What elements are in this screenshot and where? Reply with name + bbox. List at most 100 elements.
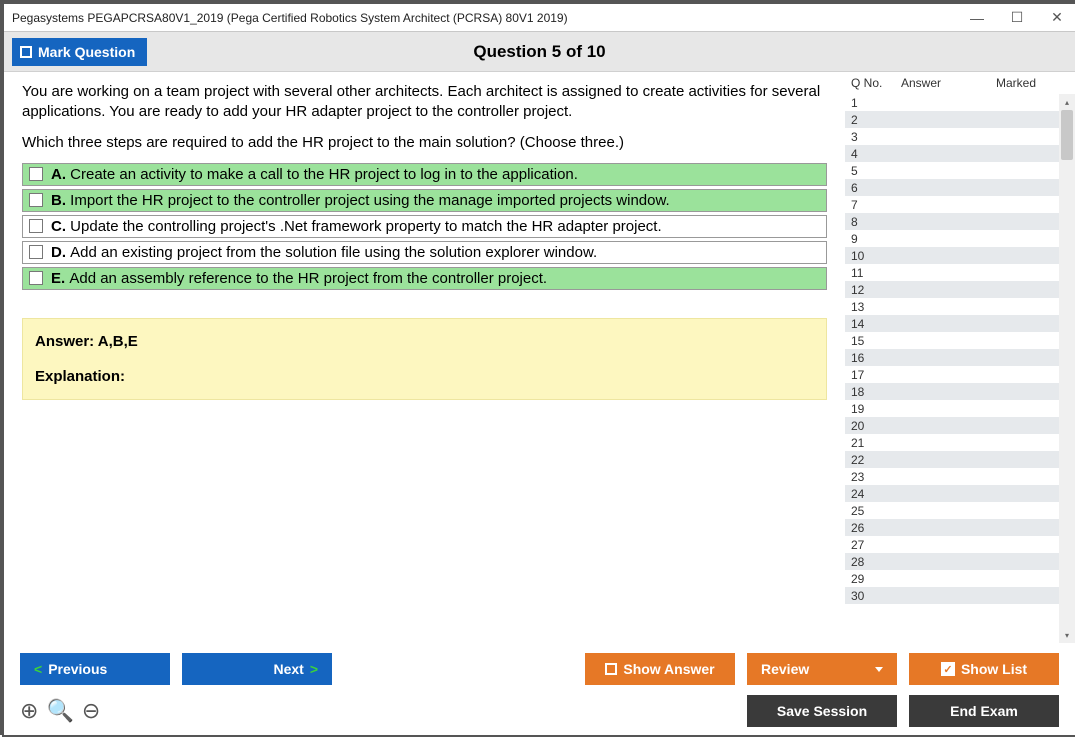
show-answer-button[interactable]: Show Answer — [585, 653, 735, 685]
question-list-row[interactable]: 3 — [845, 128, 1075, 145]
question-list-row[interactable]: 14 — [845, 315, 1075, 332]
question-list-row[interactable]: 12 — [845, 281, 1075, 298]
row-qno: 1 — [851, 96, 901, 110]
question-list-header: Q No. Answer Marked — [845, 72, 1075, 94]
question-list-row[interactable]: 29 — [845, 570, 1075, 587]
row-qno: 30 — [851, 589, 901, 603]
scroll-down-icon[interactable]: ▾ — [1059, 627, 1075, 643]
question-list-row[interactable]: 23 — [845, 468, 1075, 485]
question-list-row[interactable]: 4 — [845, 145, 1075, 162]
option-label: C. Update the controlling project's .Net… — [51, 218, 662, 235]
row-qno: 29 — [851, 572, 901, 586]
bottom-area: < Previous Next > Show Answer Review ✓ S… — [4, 645, 1075, 735]
option-checkbox[interactable] — [29, 193, 43, 207]
question-list-row[interactable]: 28 — [845, 553, 1075, 570]
option-checkbox[interactable] — [29, 219, 43, 233]
row-qno: 2 — [851, 113, 901, 127]
question-list-row[interactable]: 1 — [845, 94, 1075, 111]
question-list-row[interactable]: 19 — [845, 400, 1075, 417]
close-icon[interactable]: ✕ — [1047, 8, 1067, 28]
row-qno: 28 — [851, 555, 901, 569]
row-qno: 8 — [851, 215, 901, 229]
question-list-row[interactable]: 15 — [845, 332, 1075, 349]
scroll-track[interactable] — [1059, 110, 1075, 627]
question-list-row[interactable]: 7 — [845, 196, 1075, 213]
end-exam-button[interactable]: End Exam — [909, 695, 1059, 727]
chevron-right-icon: > — [310, 661, 318, 677]
save-session-label: Save Session — [777, 703, 867, 719]
option-label: A. Create an activity to make a call to … — [51, 166, 578, 183]
question-list-row[interactable]: 30 — [845, 587, 1075, 604]
previous-button[interactable]: < Previous — [20, 653, 170, 685]
option-row[interactable]: B. Import the HR project to the controll… — [22, 189, 827, 212]
question-list-row[interactable]: 18 — [845, 383, 1075, 400]
zoom-in-icon[interactable]: ⊕ — [20, 698, 38, 724]
row-qno: 11 — [851, 266, 901, 280]
question-counter: Question 5 of 10 — [4, 32, 1075, 72]
option-label: D. Add an existing project from the solu… — [51, 244, 597, 261]
row-qno: 25 — [851, 504, 901, 518]
explanation-label: Explanation: — [35, 368, 814, 385]
question-list-row[interactable]: 22 — [845, 451, 1075, 468]
question-paragraph-2: Which three steps are required to add th… — [22, 133, 827, 153]
option-row[interactable]: E. Add an assembly reference to the HR p… — [22, 267, 827, 290]
next-button[interactable]: Next > — [182, 653, 332, 685]
option-label: E. Add an assembly reference to the HR p… — [51, 270, 547, 287]
maximize-icon[interactable]: ☐ — [1007, 8, 1027, 28]
question-list-row[interactable]: 10 — [845, 247, 1075, 264]
main-area: You are working on a team project with s… — [4, 72, 1075, 645]
show-list-label: Show List — [961, 661, 1027, 677]
window-titlebar: Pegasystems PEGAPCRSA80V1_2019 (Pega Cer… — [4, 4, 1075, 32]
zoom-out-icon[interactable]: ⊖ — [82, 698, 100, 724]
show-list-button[interactable]: ✓ Show List — [909, 653, 1059, 685]
scroll-up-icon[interactable]: ▴ — [1059, 94, 1075, 110]
question-list-row[interactable]: 11 — [845, 264, 1075, 281]
question-list-row[interactable]: 24 — [845, 485, 1075, 502]
row-qno: 4 — [851, 147, 901, 161]
row-qno: 18 — [851, 385, 901, 399]
row-qno: 12 — [851, 283, 901, 297]
scroll-thumb[interactable] — [1061, 110, 1073, 160]
row-qno: 26 — [851, 521, 901, 535]
question-list-row[interactable]: 6 — [845, 179, 1075, 196]
question-list-row[interactable]: 5 — [845, 162, 1075, 179]
question-list-row[interactable]: 25 — [845, 502, 1075, 519]
row-qno: 5 — [851, 164, 901, 178]
review-label: Review — [761, 661, 809, 677]
options-list: A. Create an activity to make a call to … — [22, 163, 827, 290]
question-list-row[interactable]: 26 — [845, 519, 1075, 536]
review-button[interactable]: Review — [747, 653, 897, 685]
question-list-row[interactable]: 17 — [845, 366, 1075, 383]
question-pane: You are working on a team project with s… — [4, 72, 845, 645]
option-checkbox[interactable] — [29, 245, 43, 259]
option-checkbox[interactable] — [29, 271, 43, 285]
question-paragraph-1: You are working on a team project with s… — [22, 82, 827, 123]
option-row[interactable]: A. Create an activity to make a call to … — [22, 163, 827, 186]
question-list-pane: Q No. Answer Marked 12345678910111213141… — [845, 72, 1075, 645]
show-answer-label: Show Answer — [623, 661, 714, 677]
question-list-row[interactable]: 9 — [845, 230, 1075, 247]
row-qno: 9 — [851, 232, 901, 246]
question-list-row[interactable]: 13 — [845, 298, 1075, 315]
minimize-icon[interactable]: — — [967, 8, 987, 28]
question-list-row[interactable]: 2 — [845, 111, 1075, 128]
question-list-row[interactable]: 16 — [845, 349, 1075, 366]
option-row[interactable]: D. Add an existing project from the solu… — [22, 241, 827, 264]
save-session-button[interactable]: Save Session — [747, 695, 897, 727]
zoom-reset-icon[interactable]: 🔍 — [46, 698, 73, 724]
question-list-row[interactable]: 8 — [845, 213, 1075, 230]
option-row[interactable]: C. Update the controlling project's .Net… — [22, 215, 827, 238]
window-buttons: — ☐ ✕ — [967, 8, 1067, 28]
zoom-controls: ⊕ 🔍 ⊖ — [20, 698, 100, 724]
scrollbar[interactable]: ▴ ▾ — [1059, 94, 1075, 643]
answer-text: Answer: A,B,E — [35, 333, 814, 350]
question-list-row[interactable]: 21 — [845, 434, 1075, 451]
option-checkbox[interactable] — [29, 167, 43, 181]
row-qno: 27 — [851, 538, 901, 552]
row-qno: 21 — [851, 436, 901, 450]
header-marked: Marked — [996, 76, 1069, 90]
row-qno: 14 — [851, 317, 901, 331]
row-qno: 6 — [851, 181, 901, 195]
question-list-row[interactable]: 20 — [845, 417, 1075, 434]
question-list-row[interactable]: 27 — [845, 536, 1075, 553]
